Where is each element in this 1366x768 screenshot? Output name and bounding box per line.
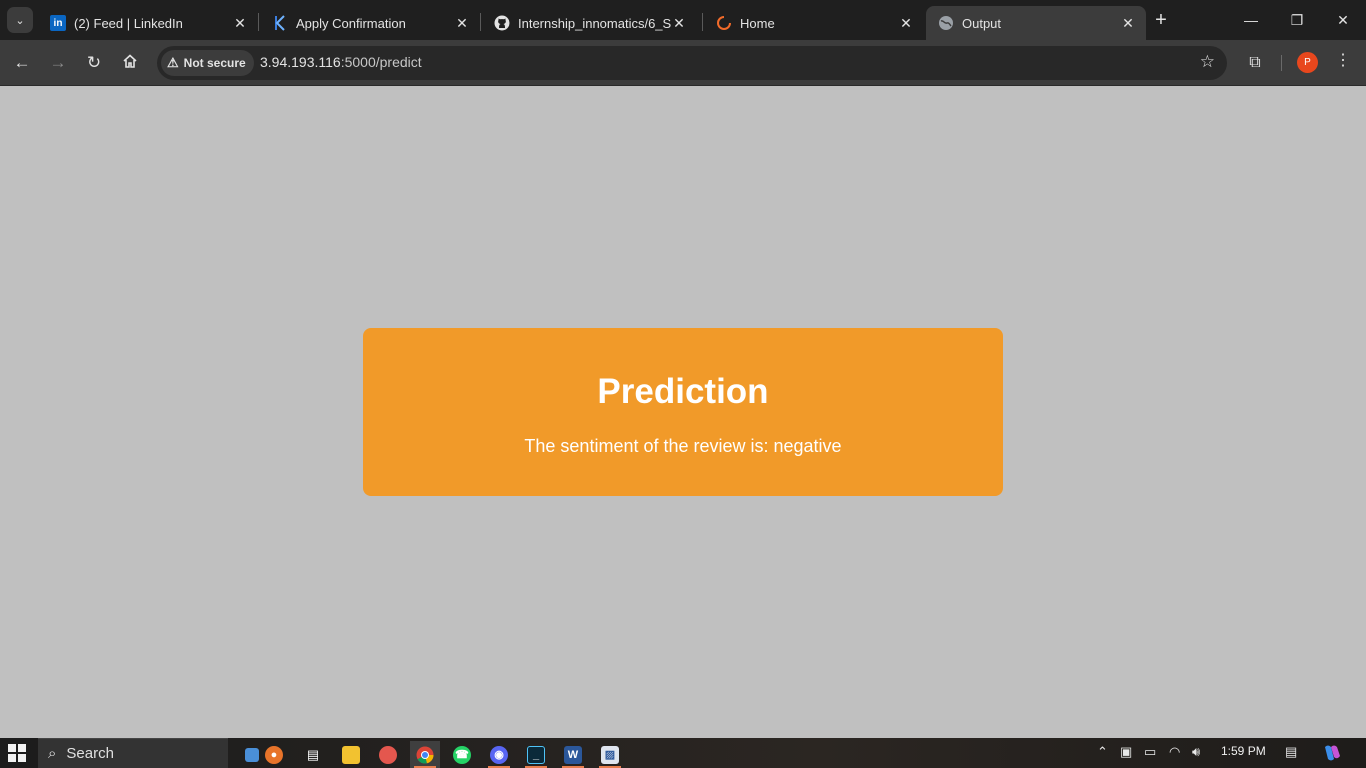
copilot-icon[interactable] <box>1322 744 1342 765</box>
address-bar[interactable]: ⚠ Not secure 3.94.193.116:5000/predict ☆ <box>157 46 1227 80</box>
copilot-logo <box>1325 745 1340 761</box>
reload-button[interactable]: ↻ <box>80 49 108 77</box>
start-tile <box>18 754 26 762</box>
folder-shape <box>342 745 360 764</box>
meet-now-icon[interactable]: ▣ <box>1120 744 1132 760</box>
word-shape: W <box>564 745 582 764</box>
tab-home[interactable]: Home ✕ <box>704 6 924 40</box>
forward-button[interactable]: → <box>44 49 72 77</box>
close-icon[interactable]: ✕ <box>232 15 248 32</box>
paint-icon[interactable] <box>373 741 403 768</box>
start-tile <box>8 754 16 762</box>
profile-avatar[interactable]: P <box>1297 52 1318 73</box>
battery-icon[interactable]: ▭ <box>1144 744 1156 760</box>
arrow-left-icon: ← <box>13 53 31 72</box>
photos-icon[interactable]: ▨ <box>595 741 625 768</box>
minimize-button[interactable]: — <box>1228 0 1274 40</box>
tab-apply-confirmation[interactable]: Apply Confirmation ✕ <box>260 6 480 40</box>
warning-triangle-icon: ⚠ <box>167 55 179 70</box>
tab-output[interactable]: Output ✕ <box>926 6 1146 40</box>
discord-icon[interactable]: ◉ <box>484 741 514 768</box>
extensions-button[interactable]: ⧉ <box>1243 49 1267 77</box>
close-icon[interactable]: ✕ <box>898 15 914 32</box>
task-view-icon[interactable]: ▤ <box>298 741 328 768</box>
chrome-icon[interactable] <box>410 741 440 768</box>
tab-title: Apply Confirmation <box>296 15 406 31</box>
close-icon[interactable]: ✕ <box>1120 15 1136 32</box>
search-label: Search <box>66 745 114 762</box>
github-icon <box>494 15 510 31</box>
tab-search-button[interactable]: ⌄ <box>7 7 33 33</box>
home-icon <box>122 53 138 74</box>
start-tile <box>8 744 16 752</box>
notifications-icon[interactable]: ▤ <box>1285 744 1297 760</box>
security-chip[interactable]: ⚠ Not secure <box>161 50 254 76</box>
file-explorer-icon[interactable] <box>336 741 366 768</box>
close-icon: ✕ <box>1337 11 1349 28</box>
tab-divider <box>702 13 703 31</box>
reload-icon: ↻ <box>86 53 102 72</box>
palette-shape <box>379 745 397 764</box>
chevron-down-icon: ⌄ <box>15 14 25 27</box>
start-tile <box>18 744 26 752</box>
browser-toolbar: ← → ↻ ⚠ Not secure 3.94.193.116:5000/pre… <box>0 40 1366 86</box>
restore-button[interactable]: ❐ <box>1274 0 1320 40</box>
security-label: Not secure <box>183 56 246 70</box>
whatsapp-icon[interactable]: ☎ <box>447 741 477 768</box>
whatsapp-shape: ☎ <box>453 745 471 764</box>
close-icon[interactable]: ✕ <box>454 15 470 32</box>
back-button[interactable]: ← <box>8 49 36 77</box>
tab-title: Output <box>962 15 1002 31</box>
arrow-right-icon: → <box>49 53 67 72</box>
k-logo-icon <box>272 15 288 31</box>
taskbar-search[interactable]: ⌕ Search <box>38 738 228 768</box>
basketball-icon: ● <box>265 745 283 764</box>
tab-github[interactable]: Internship_innomatics/6_Sen ✕ <box>482 6 697 40</box>
prediction-card: Prediction The sentiment of the review i… <box>363 328 1003 496</box>
tab-divider <box>258 13 259 31</box>
close-icon[interactable]: ✕ <box>671 15 687 32</box>
widgets-icon[interactable]: ● <box>234 741 294 768</box>
loading-spinner-icon <box>716 15 732 31</box>
terminal-shape: _ <box>527 745 545 764</box>
puzzle-icon: ⧉ <box>1249 54 1261 71</box>
discord-shape: ◉ <box>490 745 508 764</box>
page-title: Prediction <box>597 372 769 411</box>
toolbar-divider <box>1281 55 1282 71</box>
url-path: :5000/predict <box>340 54 422 70</box>
prediction-result: The sentiment of the review is: negative <box>524 436 842 456</box>
tab-linkedin[interactable]: in (2) Feed | LinkedIn ✕ <box>38 6 258 40</box>
url-text[interactable]: 3.94.193.116:5000/predict <box>260 54 422 70</box>
photos-shape: ▨ <box>601 745 619 764</box>
new-tab-button[interactable]: + <box>1150 8 1172 32</box>
linkedin-icon: in <box>50 15 66 31</box>
terminal-icon[interactable]: _ <box>521 741 551 768</box>
windows-taskbar: ⌕ Search ● ▤ ☎ ◉ _ W ▨ ⌃ ▣ ▭ ◠ 🔊︎ 1:59 P… <box>0 738 1366 768</box>
minimize-icon: — <box>1244 12 1258 28</box>
word-icon[interactable]: W <box>558 741 588 768</box>
wifi-icon[interactable]: ◠ <box>1169 744 1180 760</box>
tab-strip: ⌄ in (2) Feed | LinkedIn ✕ Apply Confirm… <box>0 0 1366 40</box>
close-window-button[interactable]: ✕ <box>1320 0 1366 40</box>
taskbar-clock[interactable]: 1:59 PM <box>1221 744 1266 758</box>
tab-divider <box>480 13 481 31</box>
widget-tile <box>245 747 259 762</box>
search-icon: ⌕ <box>48 745 57 762</box>
restore-icon: ❐ <box>1290 11 1304 28</box>
tab-title: Home <box>740 15 775 31</box>
volume-icon[interactable]: 🔊︎ <box>1192 744 1200 760</box>
tab-title: (2) Feed | LinkedIn <box>74 15 183 31</box>
windows-start-icon[interactable] <box>8 744 26 762</box>
chrome-logo <box>416 746 434 764</box>
plus-icon: + <box>1155 9 1167 31</box>
url-host: 3.94.193.116 <box>260 54 341 70</box>
bookmark-star-icon[interactable]: ☆ <box>1200 52 1215 72</box>
tab-title: Internship_innomatics/6_Sen <box>518 15 671 31</box>
home-button[interactable] <box>116 49 144 77</box>
globe-icon <box>938 15 954 31</box>
chevron-up-icon[interactable]: ⌃ <box>1097 744 1108 760</box>
more-menu-icon[interactable]: ⋮ <box>1333 50 1353 76</box>
